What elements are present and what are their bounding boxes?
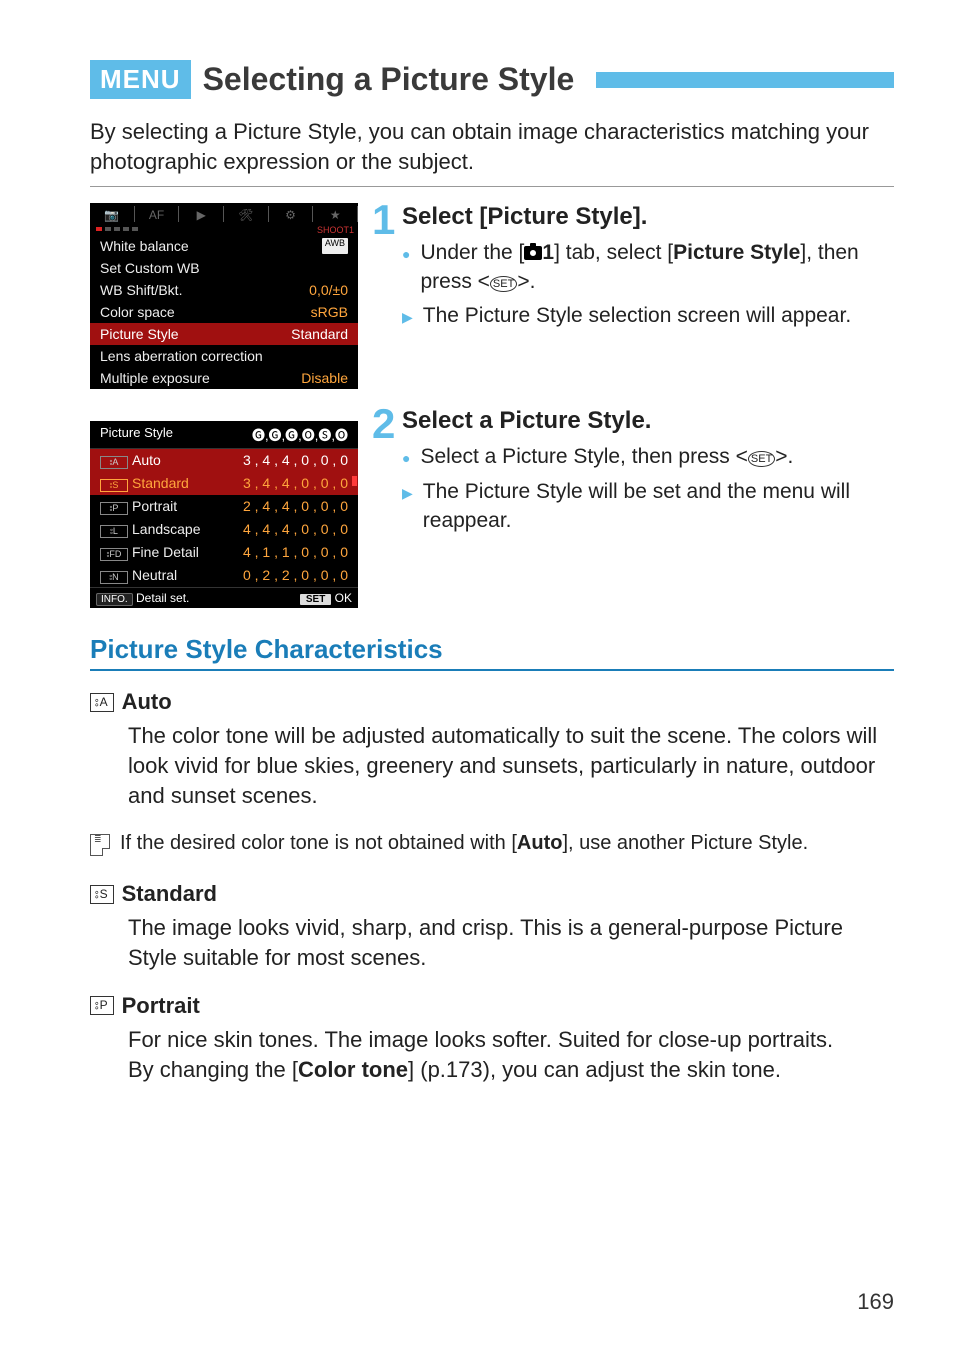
ps-row-fine-detail: ⦂FDFine Detail 4 , 1 , 1 , 0 , 0 , 0 [90, 541, 358, 564]
tab-af: AF [135, 206, 180, 222]
page-title-row: MENU Selecting a Picture Style [90, 60, 894, 99]
ps-row-portrait: ⦂PPortrait 2 , 4 , 4 , 0 , 0 , 0 [90, 495, 358, 518]
step2-item2: The Picture Style will be set and the me… [402, 478, 894, 535]
tab-shoot-icon: 📷 [90, 206, 135, 222]
style-badge-standard: ⦂S [90, 885, 114, 904]
style-badge-portrait: ⦂P [90, 996, 114, 1015]
ps-header-left: Picture Style [100, 425, 173, 444]
section-underline [90, 669, 894, 671]
ps-header-icons: 🅖,🅖,🅖,🅞,🅢,🅞 [252, 425, 348, 444]
page-title: Selecting a Picture Style [203, 61, 575, 98]
tab-play-icon: ▶ [179, 206, 224, 222]
style-body-standard: The image looks vivid, sharp, and crisp.… [128, 913, 894, 972]
note-row: ≣ If the desired color tone is not obtai… [90, 830, 894, 857]
menu-row-color-space: Color space sRGB [90, 301, 358, 323]
camera-menu-screenshot-1: 📷 AF ▶ 🛠 ⚙ ★ SHOOT1 White balance AWB Se… [90, 203, 358, 389]
menu-row-custom-wb: Set Custom WB [90, 257, 358, 279]
set-button-icon: SET [748, 451, 775, 467]
section-title: Picture Style Characteristics [90, 634, 894, 665]
step-title-2: Select a Picture Style. [402, 407, 894, 435]
style-badge-auto: ⦂A [90, 693, 114, 712]
style-body-portrait: For nice skin tones. The image looks sof… [128, 1025, 894, 1084]
tab-star-icon: ★ [313, 206, 358, 222]
info-pill: INFO. [96, 593, 133, 606]
menu-row-multiple-exposure: Multiple exposure Disable [90, 367, 358, 389]
ps-row-standard: ⦂SStandard 3 , 4 , 4 , 0 , 0 , 0 [90, 472, 358, 495]
menu-row-lens-aberration: Lens aberration correction [90, 345, 358, 367]
menu-row-white-balance: White balance AWB [90, 235, 358, 257]
tab-custom-icon: ⚙ [269, 206, 314, 222]
ps-row-landscape: ⦂LLandscape 4 , 4 , 4 , 0 , 0 , 0 [90, 518, 358, 541]
menu-badge: MENU [90, 60, 191, 99]
menu-row-picture-style: Picture Style Standard [90, 323, 358, 345]
camera-icon [524, 246, 542, 260]
camera-menu-screenshot-2: Picture Style 🅖,🅖,🅖,🅞,🅢,🅞 ⦂AAuto 3 , 4 ,… [90, 421, 358, 608]
step-title-1: Select [Picture Style]. [402, 203, 894, 231]
style-name-portrait: Portrait [122, 993, 200, 1019]
page-number: 169 [857, 1289, 894, 1315]
note-icon: ≣ [90, 834, 110, 856]
step2-item1: Select a Picture Style, then press <SET>… [402, 443, 894, 472]
step1-item2: The Picture Style selection screen will … [402, 302, 894, 331]
step-number-1: 1 [372, 203, 396, 237]
ps-row-neutral: ⦂NNeutral 0 , 2 , 2 , 0 , 0 , 0 [90, 564, 358, 587]
tab-wrench-icon: 🛠 [224, 206, 269, 222]
set-button-icon: SET [490, 276, 517, 292]
ps-row-auto: ⦂AAuto 3 , 4 , 4 , 0 , 0 , 0 [90, 449, 358, 472]
step-number-2: 2 [372, 407, 396, 441]
set-pill: SET [300, 594, 331, 605]
style-body-auto: The color tone will be adjusted automati… [128, 721, 894, 810]
style-name-auto: Auto [122, 689, 172, 715]
shoot-tab-label: SHOOT1 [317, 225, 354, 235]
intro-text: By selecting a Picture Style, you can ob… [90, 117, 894, 176]
step1-item1: Under the [1] tab, select [Picture Style… [402, 239, 894, 296]
divider [90, 186, 894, 187]
style-name-standard: Standard [122, 881, 217, 907]
title-accent-bar [586, 72, 894, 88]
menu-row-wb-shift: WB Shift/Bkt. 0,0/±0 [90, 279, 358, 301]
